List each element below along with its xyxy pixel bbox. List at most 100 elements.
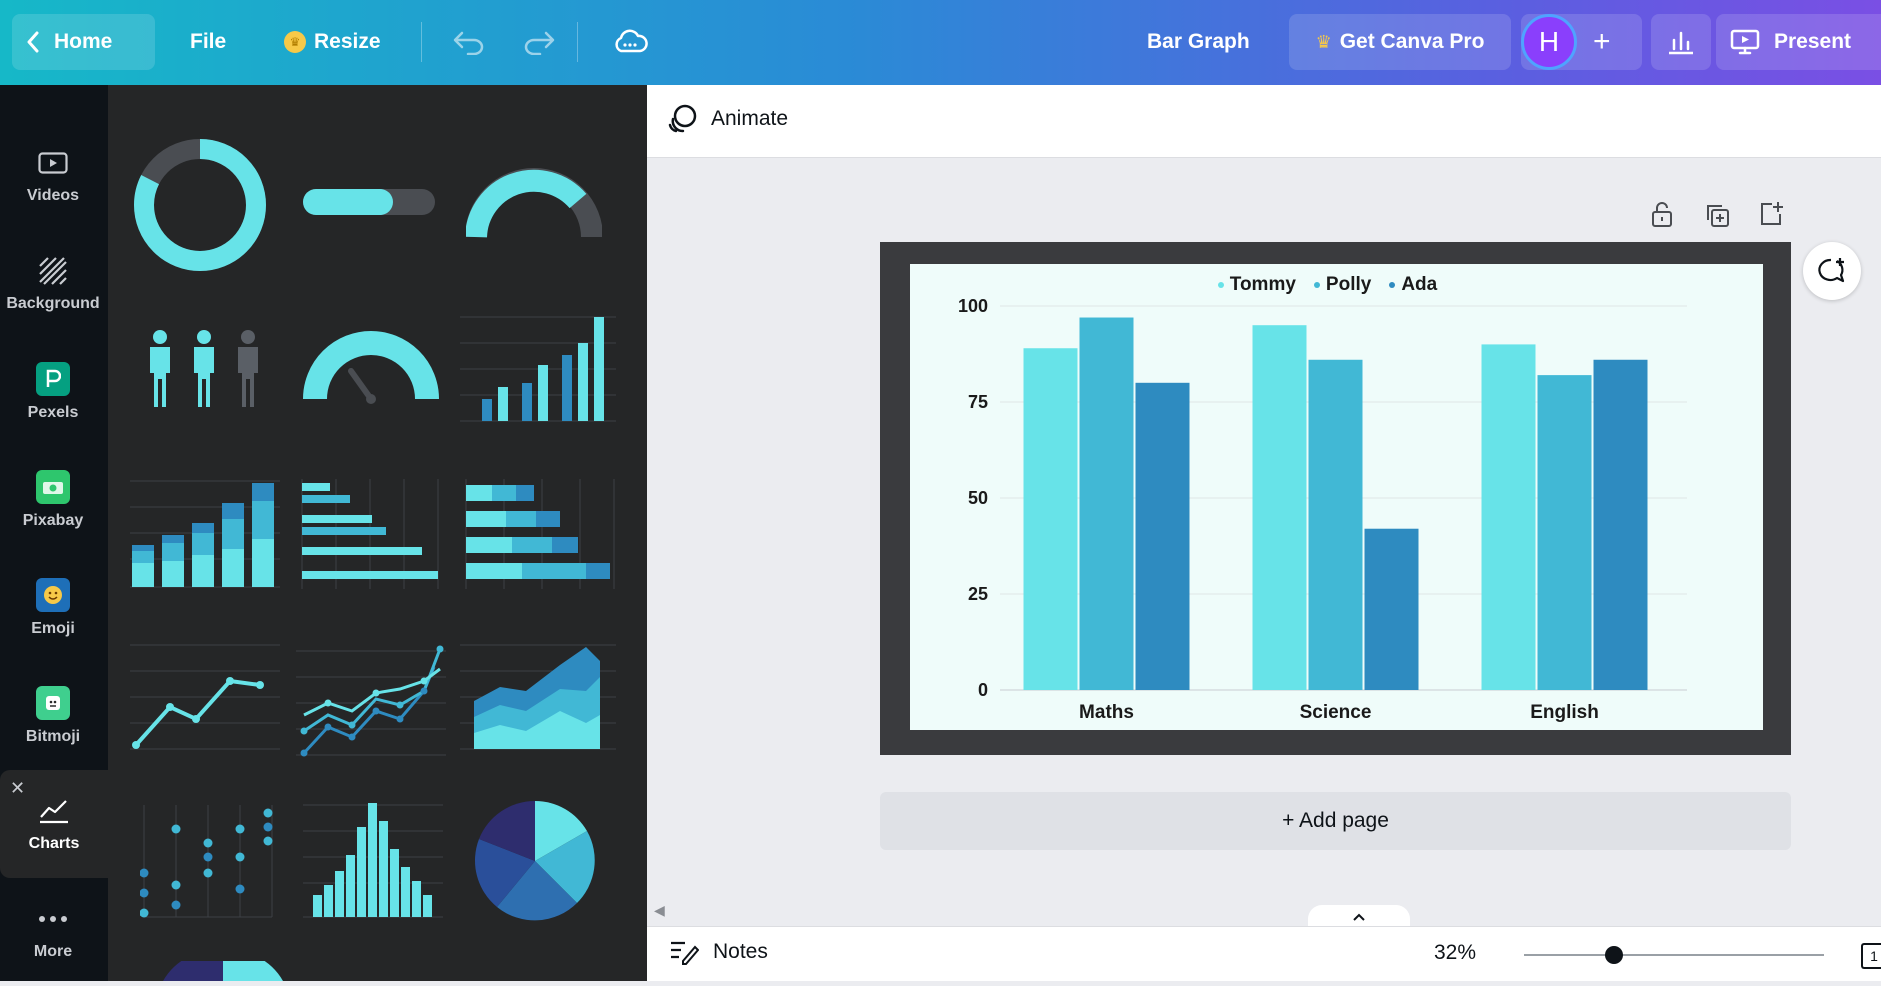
- x-tick-label: Maths: [1079, 702, 1134, 723]
- zoom-percentage[interactable]: 32%: [1434, 941, 1476, 965]
- bar: [1079, 317, 1134, 690]
- rail-item-background[interactable]: Background: [0, 230, 106, 338]
- progress-bar-thumbnail[interactable]: [303, 189, 435, 220]
- undo-button[interactable]: [438, 14, 500, 70]
- bar: [1364, 528, 1419, 690]
- duplicate-page-icon[interactable]: [1704, 202, 1730, 233]
- notes-button[interactable]: Notes: [669, 939, 768, 965]
- file-label: File: [190, 30, 227, 53]
- pixabay-icon: [36, 470, 70, 504]
- zoom-slider[interactable]: [1524, 946, 1824, 964]
- home-button[interactable]: Home: [12, 14, 155, 70]
- gauge-thumbnail[interactable]: [303, 329, 439, 410]
- zoom-slider-thumb[interactable]: [1605, 946, 1623, 964]
- stacked-horizontal-bar-thumbnail[interactable]: [460, 479, 616, 596]
- rail-item-bitmoji[interactable]: Bitmoji: [0, 662, 106, 770]
- rail-label: Pixabay: [22, 512, 84, 529]
- y-tick-label: 25: [968, 584, 988, 604]
- line-chart-thumbnail[interactable]: [130, 641, 280, 758]
- toolbar-divider: [577, 22, 578, 62]
- y-tick-label: 100: [958, 296, 988, 316]
- line-chart-icon: [38, 795, 70, 827]
- notes-icon: [669, 939, 699, 965]
- area-chart-thumbnail[interactable]: [460, 641, 616, 758]
- rail-label: Videos: [26, 187, 80, 204]
- design-title-label: Bar Graph: [1147, 30, 1250, 53]
- present-label: Present: [1774, 30, 1852, 53]
- rail-label: Emoji: [31, 620, 75, 637]
- get-canva-pro-button[interactable]: ♛ Get Canva Pro: [1289, 14, 1511, 70]
- bar: [1023, 348, 1078, 690]
- x-tick-label: English: [1530, 702, 1599, 723]
- resize-button[interactable]: ♛ Resize: [270, 14, 395, 70]
- bar: [1308, 359, 1363, 690]
- file-menu-button[interactable]: File: [176, 14, 240, 70]
- design-title[interactable]: Bar Graph: [1133, 14, 1264, 70]
- present-icon: [1730, 28, 1760, 56]
- hatch-icon: [37, 255, 69, 287]
- add-page-icon[interactable]: [1758, 200, 1784, 233]
- pie-chart-thumbnail-partial[interactable]: [158, 950, 288, 981]
- rail-label: Charts: [28, 835, 80, 852]
- rail-item-more[interactable]: More: [0, 878, 106, 986]
- histogram-thumbnail[interactable]: [303, 801, 443, 926]
- rail-label: Pexels: [27, 404, 79, 421]
- add-collaborator-icon[interactable]: +: [1593, 25, 1611, 59]
- avatar[interactable]: H: [1521, 14, 1577, 70]
- horizontal-bar-thumbnail[interactable]: [296, 479, 446, 596]
- page-count-button[interactable]: 1: [1861, 943, 1881, 969]
- present-button[interactable]: Present: [1716, 14, 1881, 70]
- resize-label: Resize: [314, 30, 381, 53]
- half-donut-thumbnail[interactable]: [465, 161, 603, 246]
- video-icon: [37, 147, 69, 179]
- rail-label: Bitmoji: [25, 728, 81, 745]
- rail-item-emoji[interactable]: Emoji: [0, 554, 106, 662]
- avatar-letter: H: [1538, 26, 1560, 57]
- bar-chart-thumbnail[interactable]: [460, 307, 616, 428]
- toolbar-divider: [421, 22, 422, 62]
- animate-label: Animate: [711, 107, 789, 130]
- bar-chart-icon: [1667, 29, 1695, 55]
- page-indicator: 1: [1870, 948, 1878, 964]
- top-bar: Home File ♛ Resize Bar Graph ♛ Get Canva…: [0, 0, 1881, 85]
- people-pictogram-thumbnail[interactable]: [140, 329, 280, 414]
- x-tick-label: Science: [1300, 702, 1372, 723]
- undo-icon: [452, 29, 486, 55]
- share-group: H +: [1521, 14, 1642, 70]
- redo-button[interactable]: [508, 14, 570, 70]
- bar: [1135, 382, 1190, 690]
- charts-panel: [108, 85, 647, 981]
- chevron-left-icon: [26, 31, 40, 53]
- scroll-left-icon[interactable]: ◀: [654, 902, 665, 919]
- stacked-bar-thumbnail[interactable]: [130, 479, 280, 596]
- rail-item-pixabay[interactable]: Pixabay: [0, 446, 106, 554]
- comment-button[interactable]: [1803, 242, 1861, 300]
- bar: [1481, 344, 1536, 690]
- cloud-save-button[interactable]: [598, 14, 662, 70]
- context-toolbar: Animate: [647, 85, 1881, 158]
- more-dots-icon: [37, 903, 69, 935]
- pie-chart-thumbnail[interactable]: [473, 799, 597, 928]
- lock-icon[interactable]: [1650, 200, 1674, 233]
- rail-label: Background: [6, 295, 100, 312]
- insights-button[interactable]: [1651, 14, 1711, 70]
- add-page-label: + Add page: [1282, 809, 1389, 832]
- rail-item-pexels[interactable]: Pexels: [0, 338, 106, 446]
- bar-chart: 0 25 50 75 100 Maths Science English: [958, 296, 1687, 723]
- chart-container[interactable]: Tommy Polly Ada 0 25 50 75 100 Maths Science En…: [910, 264, 1763, 730]
- animate-button[interactable]: Animate: [667, 103, 788, 135]
- zoom-label: 32%: [1434, 941, 1477, 964]
- add-comment-icon: [1816, 256, 1848, 286]
- add-page-button[interactable]: + Add page: [880, 792, 1791, 850]
- crown-icon: ♛: [1315, 31, 1332, 52]
- close-charts-icon[interactable]: ✕: [10, 778, 25, 799]
- rail-item-videos[interactable]: Videos: [0, 122, 106, 230]
- bottom-bar: Notes 32% 1: [647, 926, 1881, 981]
- dot-plot-thumbnail[interactable]: [139, 801, 280, 926]
- redo-icon: [522, 29, 556, 55]
- rail-label: More: [33, 943, 73, 960]
- y-tick-label: 75: [968, 392, 988, 412]
- cloud-icon: [612, 29, 648, 55]
- bar: [1593, 359, 1648, 690]
- donut-chart-thumbnail[interactable]: [130, 135, 270, 280]
